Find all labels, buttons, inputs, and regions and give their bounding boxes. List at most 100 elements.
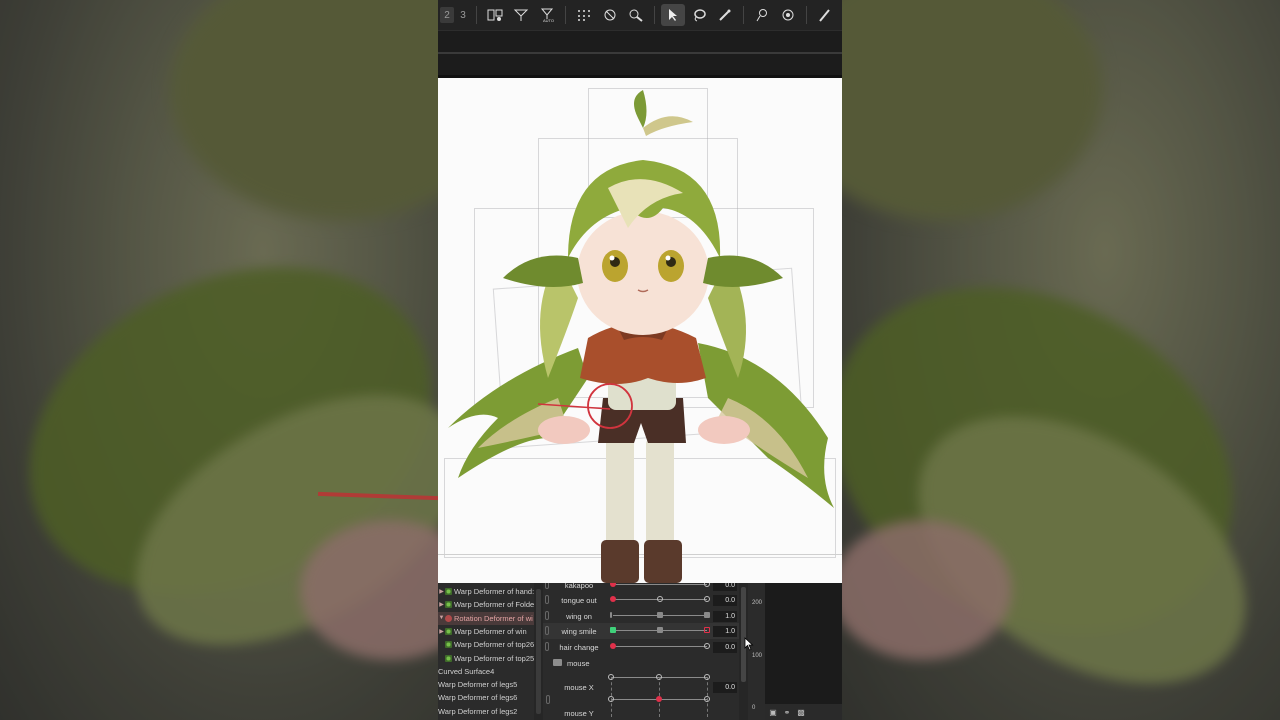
keyframe-marker[interactable] [657, 596, 663, 602]
toolbar: 2 3 AUTO [438, 0, 842, 30]
toolbar-divider [654, 6, 655, 24]
deformer-list-item[interactable]: Warp Deformer of legs6 [438, 691, 535, 704]
keyframe-marker[interactable] [610, 583, 616, 587]
model-canvas[interactable] [438, 78, 842, 583]
parameter-label: hair change [559, 643, 599, 652]
deformer-list-item[interactable]: ▶ Warp Deformer of Folde [438, 598, 535, 611]
parameter-value[interactable]: 1.0 [713, 626, 737, 637]
deformer-icon[interactable] [483, 4, 507, 26]
parameter-label: mouse X [564, 683, 594, 692]
deformer-label: Rotation Deformer of wi [454, 613, 533, 623]
keyframe-marker[interactable] [610, 596, 616, 602]
mesh-edit-icon[interactable] [572, 4, 596, 26]
parameter-value[interactable]: 1.0 [713, 611, 737, 622]
parameter-label: wing on [566, 612, 592, 621]
slider-handle[interactable] [704, 627, 710, 633]
keyframe-marker[interactable] [608, 696, 614, 702]
parameter-value[interactable]: 0.0 [713, 642, 737, 653]
parameters-scrollbar[interactable] [739, 583, 748, 720]
deformer-label: Warp Deformer of legs2 [438, 706, 518, 716]
chevron-right-icon[interactable]: ▶ [438, 588, 445, 595]
timeline-buttons: ▣ ⚭ ▩ [765, 704, 842, 720]
brush-select-icon[interactable] [713, 4, 737, 26]
keyframe-marker[interactable] [657, 627, 663, 633]
keyframe-marker[interactable] [610, 612, 612, 618]
keyframe-marker[interactable] [704, 674, 710, 680]
keyframe-marker[interactable] [610, 643, 616, 649]
parameter-slider[interactable] [610, 643, 710, 649]
xy-parameter-grid[interactable] [608, 674, 711, 720]
parameter-value[interactable]: 0.0 [713, 595, 737, 606]
blurred-backdrop-left [0, 0, 438, 720]
keyframe-marker[interactable] [657, 612, 663, 618]
deformer-label: Warp Deformer of top26 [454, 640, 535, 650]
deformer-list-item[interactable]: Warp Deformer of legs5 [438, 678, 535, 691]
chevron-right-icon[interactable]: ▶ [438, 601, 445, 608]
parameters-panel: kakapoo 0.0 tongue out 0.0 wing on 1.0 wing sm… [543, 583, 751, 720]
tab-number-2[interactable]: 2 [440, 7, 454, 23]
deformer-list-item[interactable]: ▶ Warp Deformer of hand: [438, 585, 535, 598]
warp-deformer-icon [445, 641, 452, 649]
deformer-list-item[interactable]: Warp Deformer of top25 [438, 652, 535, 665]
slider-handle[interactable] [656, 696, 662, 702]
graph-tick-label: 0 [752, 705, 756, 711]
deformer-label: Warp Deformer of legs5 [438, 680, 518, 690]
deformer-list-scrollbar[interactable] [534, 583, 543, 720]
capture-icon[interactable]: ▩ [796, 708, 806, 717]
parameter-slider[interactable] [610, 596, 710, 602]
parameter-row: wing on 1.0 [543, 608, 751, 624]
keyframe-marker[interactable] [610, 627, 616, 633]
toolbar-divider [565, 6, 566, 24]
toolbar-divider [806, 6, 807, 24]
svg-text:AUTO: AUTO [543, 18, 554, 22]
slider-handle[interactable] [704, 612, 710, 618]
parameter-slider[interactable] [610, 583, 710, 587]
arrow-select-icon[interactable] [661, 4, 685, 26]
parameter-label: kakapoo [564, 583, 594, 590]
pin-icon[interactable] [750, 4, 774, 26]
slider-handle[interactable] [704, 643, 710, 649]
divider [438, 52, 842, 54]
keyframe-marker[interactable] [704, 696, 710, 702]
lasso-rotate-icon[interactable] [598, 4, 622, 26]
chevron-down-icon[interactable]: ▼ [438, 615, 445, 621]
folder-icon [553, 659, 562, 666]
slider-handle[interactable] [704, 583, 710, 587]
parameter-row: hair change 0.0 [543, 639, 751, 655]
deformer-list-item[interactable]: Warp Deformer of legs2 [438, 705, 535, 718]
deformer-list-item[interactable]: Warp Deformer of top26 [438, 638, 535, 651]
deformer-list-item[interactable]: ▶ Warp Deformer of win [438, 625, 535, 638]
auto-mesh-icon[interactable]: AUTO [535, 4, 559, 26]
deformer-list-item[interactable]: Curved Surface4 [438, 665, 535, 678]
toolbar-divider [476, 6, 477, 24]
parameter-group-folder[interactable]: mouse [543, 656, 751, 670]
target-icon[interactable] [776, 4, 800, 26]
parameter-value[interactable]: 0.0 [713, 682, 737, 693]
chevron-right-icon[interactable]: ▶ [438, 628, 445, 635]
glue-icon[interactable] [509, 4, 533, 26]
character-illustration [448, 90, 834, 583]
slider-handle[interactable] [704, 596, 710, 602]
link-icon[interactable] [546, 695, 550, 704]
camera-icon[interactable]: ▣ [768, 708, 778, 717]
parameter-value[interactable]: 0.0 [713, 583, 737, 591]
deformer-label: Warp Deformer of hand: [454, 587, 535, 596]
parameter-slider[interactable] [610, 627, 710, 633]
brush-mesh-icon[interactable] [624, 4, 648, 26]
deformer-list-item[interactable]: ▼ Rotation Deformer of wi [438, 611, 535, 625]
clip-icon[interactable]: ⚭ [782, 708, 792, 717]
keyframe-marker[interactable] [608, 674, 614, 680]
deformer-label: Curved Surface4 [438, 666, 495, 676]
deformer-label: Warp Deformer of win [454, 626, 527, 636]
deformer-label: Warp Deformer of Folde [454, 600, 535, 610]
keyframe-marker[interactable] [656, 674, 662, 680]
graph-tick-label: 200 [752, 600, 763, 606]
lasso-icon[interactable] [687, 4, 711, 26]
deformer-label: Warp Deformer of top25 [454, 653, 535, 663]
tab-number-3[interactable]: 3 [456, 7, 470, 23]
pen-icon[interactable] [813, 4, 837, 26]
parameter-graph: 200 100 0 [748, 583, 765, 720]
parameter-slider[interactable] [610, 612, 710, 618]
deformer-list: ▶ Warp Deformer of hand: ▶ Warp Deformer of… [438, 583, 535, 720]
warp-deformer-icon [445, 601, 452, 609]
